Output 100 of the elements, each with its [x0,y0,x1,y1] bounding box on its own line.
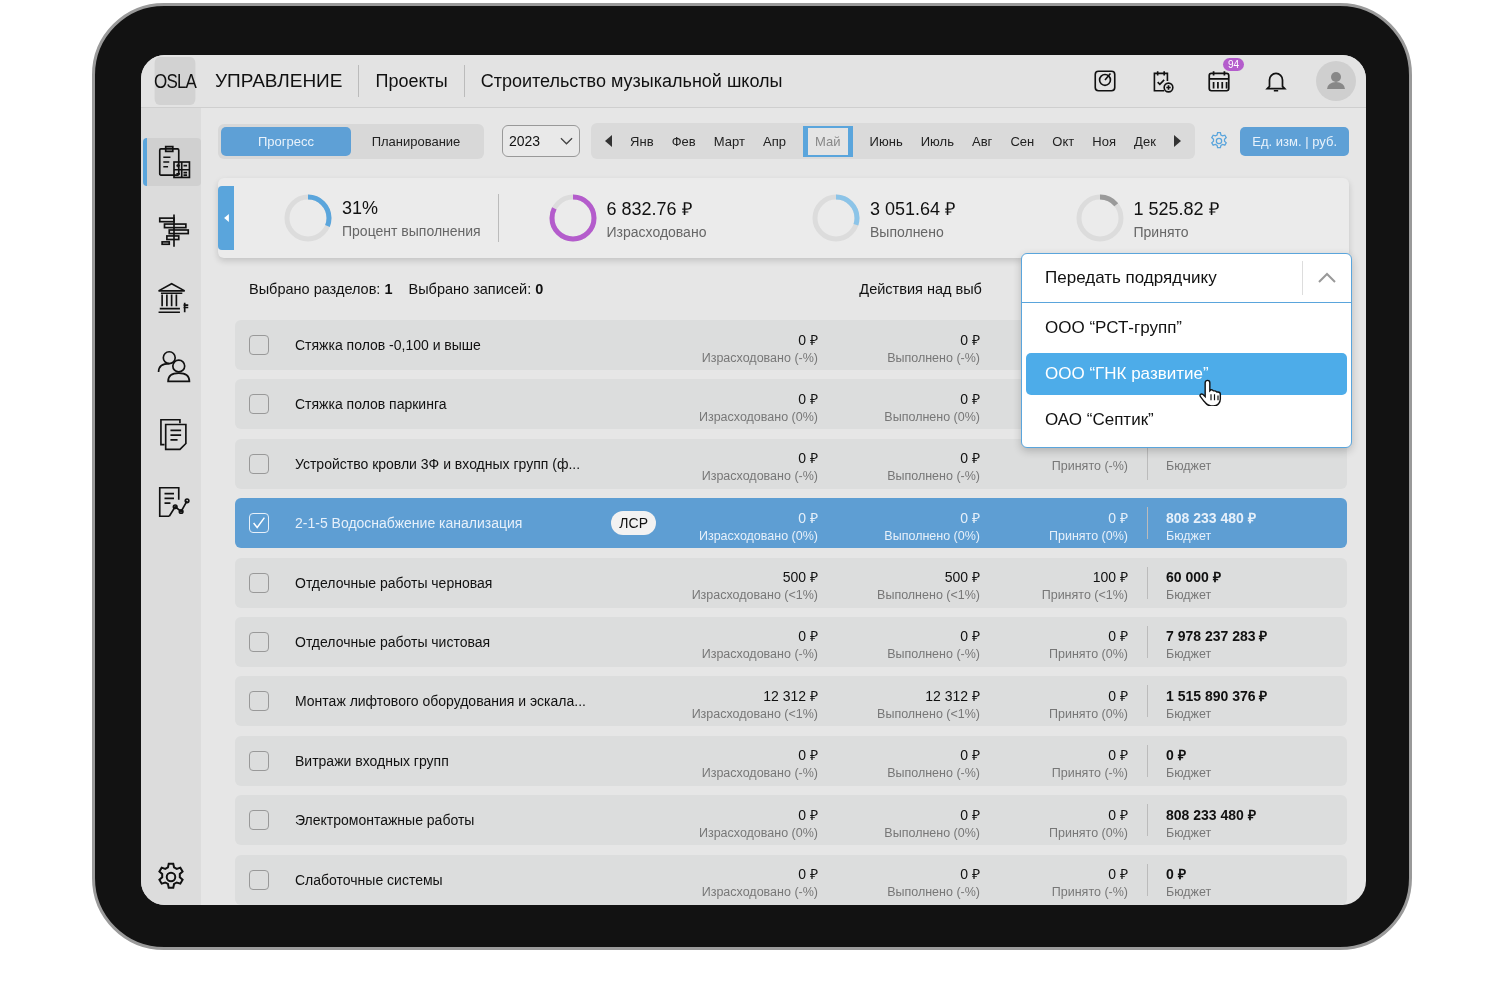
logo[interactable]: OSLA [154,57,196,105]
budget-amount: 0 ₽ [1166,865,1187,883]
amount-label: Выполнено (<1%) [877,588,980,603]
section-name: Стяжка полов -0,100 и выше [295,337,481,353]
caret-left-icon [223,214,229,222]
amount: 0 ₽ [798,508,818,527]
section-row[interactable]: Электромонтажные работы 0 ₽ Израсходовано (0%) 0 ₽ Выполнено (0%) 0 ₽ Принято (0%) 808 233 480 ₽ Бюджет [235,795,1347,846]
amount-label: Выполнено (-%) [887,647,980,662]
amount-label: Выполнено (-%) [887,350,980,365]
checkbox[interactable] [249,869,269,890]
amount: 100 ₽ [1092,568,1128,587]
amount-label: Принято (<1%) [1041,588,1128,603]
checkbox[interactable] [249,572,269,593]
section-row[interactable]: Отделочные работы черновая 500 ₽ Израсходовано (<1%) 500 ₽ Выполнено (<1%) 100 ₽ Принято (<1%) 60 000 ₽ Бюджет [235,557,1347,608]
budget-amount: 808 233 480 ₽ [1166,805,1257,824]
kpi-value: 31% [342,197,380,219]
amount-label: Бюджет [1166,825,1213,840]
breadcrumb-link[interactable]: Проекты [375,70,448,92]
checkbox[interactable] [249,691,269,712]
amount: 0 ₽ [1108,686,1128,705]
amount-label: Израсходовано (-%) [701,350,818,365]
dropdown-title: Передать подрядчику [1045,268,1217,288]
section-row[interactable]: 2-1-5 Водоснабжение канализация ЛСР 0 ₽ Израсходовано (0%) 0 ₽ Выполнено (0%) 0 ₽ Принято (0%) 808 233 480 ₽ Бюджет [235,498,1347,549]
amount-label: Принято (-%) [1051,458,1128,473]
amount: 0 ₽ [1108,865,1128,883]
view-tab[interactable]: Планирование [351,126,481,156]
amount: 0 ₽ [960,746,980,765]
chevron-up-icon[interactable] [1302,261,1337,295]
amount: 0 ₽ [960,627,980,646]
amount: 0 ₽ [960,865,980,883]
amount-label: Израсходовано (0%) [698,409,818,424]
selection-count: Выбрано разделов: 1 [249,281,393,297]
kpi-label: Выполнено [870,224,945,240]
amount: 0 ₽ [798,449,818,468]
progress-ring [282,192,334,244]
month-tab[interactable]: Ноя [1091,127,1117,155]
section-name: Отделочные работы чистовая [295,633,491,650]
amount: 0 ₽ [960,389,980,408]
previous-icon[interactable] [605,135,613,147]
collapse-tab[interactable] [218,186,234,250]
section-name: Отделочные работы черновая [295,574,493,591]
month-tab[interactable]: Июнь [868,127,904,155]
section-row[interactable]: Монтаж лифтового оборудования и эскала... 12 312 ₽ Израсходовано (<1%) 12 312 ₽ Выполнено (<1%) 0 ₽ Принято (0%) 1 515 890 376 ₽ Бюджет [235,676,1347,727]
section-title: УПРАВЛЕНИЕ [215,70,343,92]
kpi-value: 3 051.64 ₽ [870,198,956,220]
section-row[interactable]: Слаботочные системы 0 ₽ Израсходовано (-%) 0 ₽ Выполнено (-%) 0 ₽ Принято (-%) 0 ₽ Бюджет [235,854,1347,905]
section-name: Устройство кровли 3Ф и входных групп (ф... [295,455,581,472]
avatar-icon[interactable] [1316,61,1356,101]
budget-amount: 7 978 237 283 ₽ [1166,627,1269,646]
amount-label: Принято (0%) [1049,825,1128,840]
month-tab[interactable]: Сен [1009,127,1036,155]
amount-label: Принято (0%) [1049,528,1128,543]
calendar-icon[interactable] [1206,68,1232,94]
amount: 500 ₽ [782,568,818,587]
checkbox[interactable] [249,810,269,831]
amount-label: Выполнено (-%) [887,766,980,781]
section-row[interactable]: Устройство кровли 3Ф и входных групп (ф... 0 ₽ Израсходовано (-%) 0 ₽ Выполнено (-%) Принято (-%) Бюджет [235,438,1347,489]
month-tab[interactable]: Дек [1133,127,1157,155]
amount-label: Принято (0%) [1049,706,1128,721]
month-tab[interactable]: Авг [971,127,994,155]
project-title: Строительство музыкальной школы [480,70,783,92]
month-tab[interactable]: Янв [629,127,655,155]
budget-amount: 60 000 ₽ [1166,568,1222,587]
amount-label: Бюджет [1166,766,1213,781]
amount-label: Выполнено (0%) [884,528,980,543]
amount-label: Выполнено (-%) [887,885,980,899]
month-tab[interactable]: Фев [670,127,697,155]
amount-label: Выполнено (0%) [884,409,980,424]
section-row[interactable]: Отделочные работы чистовая 0 ₽ Израсходовано (-%) 0 ₽ Выполнено (-%) 0 ₽ Принято (0%) 7 978 237 283 ₽ Бюджет [235,616,1347,667]
checkbox[interactable] [249,453,269,474]
amount-label: Принято (0%) [1049,647,1128,662]
section-name: Монтаж лифтового оборудования и эскала... [295,693,586,710]
month-tab[interactable]: Июль [919,127,955,155]
amount-label: Выполнено (0%) [884,825,980,840]
amount: 0 ₽ [798,627,818,646]
section-name: Электромонтажные работы [295,812,475,829]
checkbox[interactable] [249,631,269,652]
amount: 0 ₽ [1108,508,1128,527]
estimate-tag: ЛСР [611,511,656,536]
amount-label: Бюджет [1166,885,1213,899]
checkbox[interactable] [249,335,269,355]
section-name: 2-1-5 Водоснабжение канализация [295,515,523,532]
amount-label: Бюджет [1166,647,1213,662]
checkbox[interactable] [249,394,269,415]
month-tab[interactable]: Окт [1051,127,1076,155]
amount-label: Бюджет [1166,706,1213,721]
month-tab[interactable]: Апр [762,127,787,155]
amount: 0 ₽ [960,508,980,527]
progress-ring [810,192,862,244]
budget-amount: 1 515 890 376 ₽ [1166,686,1269,705]
year-select[interactable]: 2023 [502,125,580,157]
checkbox[interactable] [249,750,269,771]
month-tab[interactable]: Март [712,127,746,155]
amount: 0 ₽ [798,389,818,408]
actions-label: Действия над выб [859,281,982,297]
amount-label: Израсходовано (-%) [701,469,818,484]
section-name: Витражи входных групп [295,752,449,769]
section-row[interactable]: Витражи входных групп 0 ₽ Израсходовано (-%) 0 ₽ Выполнено (-%) 0 ₽ Принято (-%) 0 ₽ Бюджет [235,735,1347,786]
next-icon[interactable] [1172,135,1181,147]
amount: 0 ₽ [1108,746,1128,765]
